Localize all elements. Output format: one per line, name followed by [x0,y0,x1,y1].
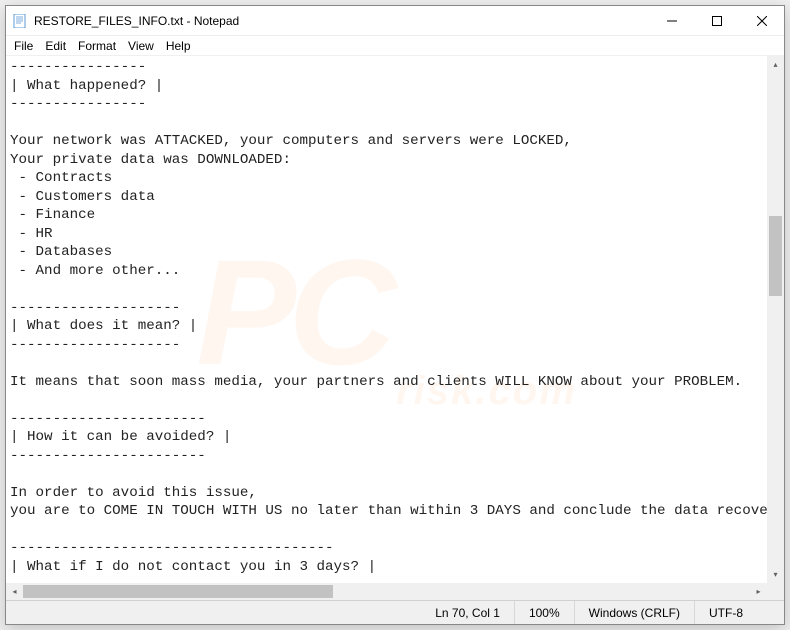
maximize-icon [712,16,722,26]
window-title: RESTORE_FILES_INFO.txt - Notepad [34,14,649,28]
close-icon [757,16,767,26]
status-zoom: 100% [514,601,574,624]
close-button[interactable] [739,6,784,36]
minimize-button[interactable] [649,6,694,36]
vertical-scrollbar[interactable]: ▴ ▾ [767,56,784,583]
status-line-ending: Windows (CRLF) [574,601,694,624]
status-position: Ln 70, Col 1 [421,601,514,624]
notepad-window: RESTORE_FILES_INFO.txt - Notepad File Ed… [5,5,785,625]
scroll-corner [767,583,784,600]
menu-help[interactable]: Help [160,37,197,55]
window-controls [649,6,784,36]
menubar: File Edit Format View Help [6,36,784,56]
maximize-button[interactable] [694,6,739,36]
scroll-up-arrow[interactable]: ▴ [767,56,784,73]
text-viewport[interactable]: PC risk.com ---------------- | What happ… [6,56,767,583]
vertical-scrollbar-thumb[interactable] [769,216,782,296]
menu-format[interactable]: Format [72,37,122,55]
titlebar[interactable]: RESTORE_FILES_INFO.txt - Notepad [6,6,784,36]
horizontal-scrollbar[interactable]: ◂ ▸ [6,583,767,600]
minimize-icon [667,16,677,26]
menu-view[interactable]: View [122,37,160,55]
menu-edit[interactable]: Edit [39,37,72,55]
scroll-down-arrow[interactable]: ▾ [767,566,784,583]
notepad-icon [12,13,28,29]
statusbar: Ln 70, Col 1 100% Windows (CRLF) UTF-8 [6,600,784,624]
scroll-right-arrow[interactable]: ▸ [750,583,767,600]
editor-area: PC risk.com ---------------- | What happ… [6,56,784,600]
menu-file[interactable]: File [8,37,39,55]
horizontal-scrollbar-thumb[interactable] [23,585,333,598]
document-text[interactable]: ---------------- | What happened? | ----… [6,56,767,583]
status-encoding: UTF-8 [694,601,784,624]
scroll-left-arrow[interactable]: ◂ [6,583,23,600]
